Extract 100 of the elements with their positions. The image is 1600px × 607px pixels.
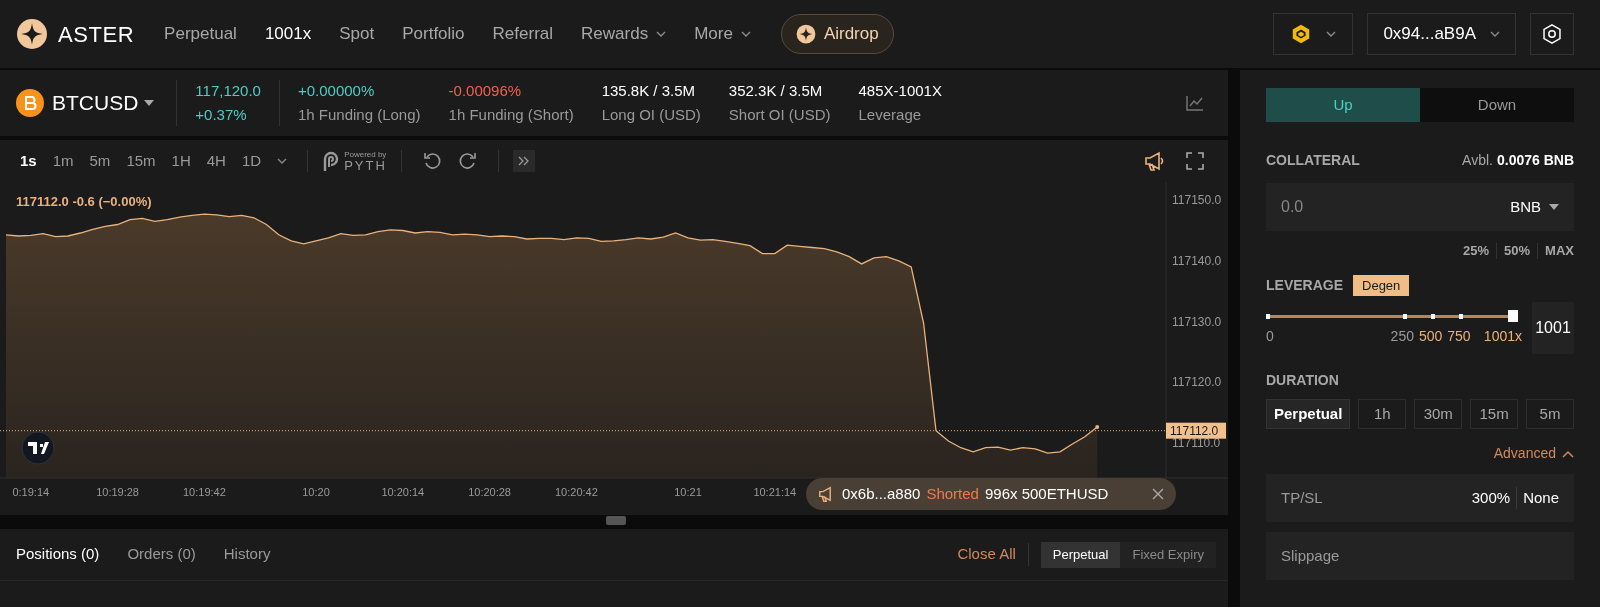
x-tick-label: 10:19:28 (96, 486, 139, 498)
x-tick-label: 0:19:14 (12, 486, 50, 498)
stat-label: 1h Funding (Short) (448, 105, 574, 125)
stat-label: Short OI (USD) (728, 105, 831, 125)
preset-button[interactable]: MAX (1545, 241, 1574, 261)
amount-field[interactable]: 0.0 BNB (1266, 183, 1574, 231)
mode-tab[interactable]: Perpetual (1040, 541, 1121, 568)
degen-badge: Degen (1353, 274, 1410, 296)
interval-tab[interactable]: 4H (200, 149, 232, 173)
close-all-button[interactable]: Close All (957, 543, 1029, 566)
stop-loss-value: None (1523, 487, 1559, 508)
slider-mark-label: 750 (1447, 327, 1471, 346)
field-label: Slippage (1281, 545, 1340, 566)
duration-option[interactable]: 30m (1414, 399, 1463, 429)
slippage-field[interactable]: Slippage (1266, 532, 1574, 580)
available-balance: 0.0076 BNB (1496, 151, 1574, 170)
expand-icon[interactable] (512, 150, 535, 172)
interval-tab[interactable]: 1D (235, 149, 268, 173)
trader-address: 0x6b...a880 (842, 483, 921, 504)
caret-icon[interactable] (656, 31, 667, 37)
section-label: COLLATERAL (1266, 151, 1360, 170)
bitcoin-icon (16, 89, 44, 117)
y-tick-label: 117140.0 (1172, 253, 1222, 268)
nav-link[interactable]: Referral (492, 21, 554, 47)
x-tick-label: 10:21 (674, 486, 702, 498)
x-tick-label: 10:20:42 (555, 486, 598, 498)
x-tick-label: 10:20:14 (381, 486, 425, 498)
caret-icon[interactable] (1549, 204, 1559, 210)
network-selector[interactable] (1273, 13, 1354, 55)
chevron-up-icon (1562, 449, 1574, 458)
slider-mark-label: 0 (1266, 327, 1274, 346)
megaphone-icon[interactable] (1144, 151, 1166, 171)
y-tick-label: 117150.0 (1172, 193, 1222, 208)
caret-icon[interactable] (1490, 31, 1500, 37)
bottom-tab[interactable]: Positions (0) (16, 543, 100, 566)
stat-label: Long OI (USD) (601, 105, 701, 125)
resize-handle[interactable] (606, 516, 626, 525)
logo-icon[interactable] (16, 18, 48, 50)
close-icon[interactable] (1152, 488, 1164, 500)
mode-tab[interactable]: Fixed Expiry (1120, 541, 1216, 568)
available-label: Avbl. (1462, 151, 1493, 170)
caret-icon[interactable] (144, 100, 155, 106)
bottom-tab[interactable]: History (223, 543, 271, 566)
slider-mark-label: 500 (1418, 327, 1443, 346)
slider-mark-label: 1001x (1483, 327, 1522, 346)
x-tick-label: 10:21:14 (753, 486, 797, 498)
interval-tab[interactable]: 1m (46, 149, 80, 173)
slider-thumb[interactable] (1508, 310, 1518, 322)
chart-icon[interactable] (1186, 95, 1204, 111)
wallet-button[interactable]: 0x94...aB9A (1367, 13, 1516, 55)
ref-line-label: 117112.0 (1170, 423, 1219, 438)
side-tab[interactable]: Down (1420, 88, 1574, 122)
side-tab[interactable]: Up (1266, 88, 1420, 122)
nav-link[interactable]: More (694, 21, 733, 47)
duration-option[interactable]: 5m (1526, 399, 1574, 429)
section-label: DURATION (1266, 371, 1340, 390)
trade-detail: 996x 500ETHUSD (984, 483, 1109, 504)
tpsl-field[interactable]: TP/SL 300% None (1266, 474, 1574, 522)
nav-link[interactable]: Portfolio (402, 21, 465, 47)
last-point-dot (1095, 425, 1100, 430)
leverage-value-field[interactable]: 1001 (1532, 302, 1574, 354)
x-tick-label: 10:19:42 (183, 486, 226, 498)
caret-icon[interactable] (1326, 31, 1337, 37)
bottom-tab[interactable]: Orders (0) (127, 543, 196, 566)
airdrop-button[interactable]: Airdrop (780, 14, 894, 54)
symbol-selector[interactable]: BTCUSD (52, 87, 155, 119)
settings-icon[interactable] (1530, 13, 1574, 55)
y-tick-label: 117120.0 (1172, 375, 1222, 390)
stat-value: -0.00096% (448, 80, 523, 101)
stat-value: 485X-1001X (858, 80, 942, 101)
nav-link[interactable]: Perpetual (164, 21, 237, 47)
nav-link[interactable]: Spot (339, 21, 375, 47)
price-legend: 117112.0 -0.6 (−0.00%) (16, 192, 152, 212)
interval-tab[interactable]: 1H (165, 149, 197, 173)
star-logo-icon (795, 24, 816, 44)
duration-option[interactable]: 15m (1470, 399, 1519, 429)
preset-button[interactable]: 25% (1463, 241, 1490, 261)
caret-icon[interactable] (740, 31, 751, 37)
interval-tab[interactable]: 5m (83, 149, 117, 173)
take-profit-value: 300% (1471, 486, 1518, 510)
duration-option[interactable]: 1h (1358, 399, 1407, 429)
stat-value: +0.00000% (297, 80, 376, 101)
last-price-tag: 117112.0 (1166, 422, 1226, 439)
interval-tab[interactable]: 1s (14, 149, 43, 173)
duration-option[interactable]: Perpetual (1266, 399, 1351, 429)
preset-button[interactable]: 50% (1504, 241, 1531, 261)
brand-name: ASTER (58, 20, 135, 49)
section-label: LEVERAGE (1266, 275, 1343, 295)
x-tick-label: 10:20 (302, 486, 330, 498)
fullscreen-icon[interactable] (1186, 152, 1204, 170)
advanced-toggle[interactable]: Advanced (1493, 443, 1574, 464)
price-change: +0.37% (195, 105, 248, 125)
asset-selector[interactable]: BNB (1510, 195, 1559, 219)
nav-link[interactable]: Rewards (581, 21, 649, 47)
slider-mark-label: 250 (1390, 327, 1414, 346)
field-label: TP/SL (1281, 487, 1323, 508)
leverage-slider[interactable] (1266, 310, 1518, 322)
mark-price: 117,120.0 (195, 80, 261, 101)
interval-tab[interactable]: 15m (120, 149, 162, 173)
nav-link[interactable]: 1001x (264, 21, 312, 47)
